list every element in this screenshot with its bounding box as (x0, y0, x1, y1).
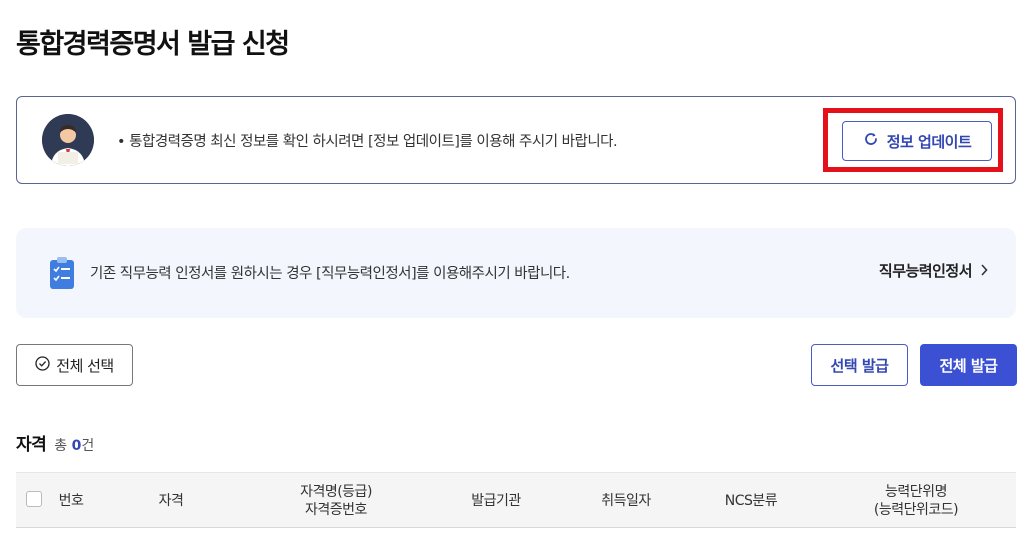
column-header-line: 자격 (158, 493, 184, 509)
column-header-qualification-name: 자격명(등급) 자격증번호 (276, 473, 396, 529)
job-competency-link[interactable]: 직무능력인정서 (879, 260, 988, 281)
update-info-label: 정보 업데이트 (886, 132, 972, 151)
column-header-number: 번호 (46, 473, 96, 529)
column-header-line: 번호 (58, 493, 84, 509)
column-header-competency-unit: 능력단위명 (능력단위코드) (856, 473, 976, 529)
record-count-value: 0 (71, 438, 82, 454)
clipboard-checklist-icon (48, 256, 76, 290)
column-header-line: 발급기관 (471, 493, 521, 509)
select-all-button[interactable]: 전체 선택 (16, 344, 133, 386)
issue-all-button[interactable]: 전체 발급 (920, 344, 1017, 386)
column-header-line: 능력단위명 (885, 484, 947, 500)
notice-panel: 기존 직무능력 인정서를 원하시는 경우 [직무능력인정서]를 이용해주시기 바… (16, 228, 1016, 318)
chevron-right-icon (980, 262, 988, 280)
record-count: 총 0건 (54, 435, 94, 455)
info-message: • 통합경력증명 최신 정보를 확인 하시려면 [정보 업데이트]를 이용해 주… (117, 134, 618, 150)
job-competency-link-label: 직무능력인정서 (878, 262, 973, 280)
check-circle-icon (35, 355, 50, 375)
notice-message: 기존 직무능력 인정서를 원하시는 경우 [직무능력인정서]를 이용해주시기 바… (90, 266, 570, 282)
table-header: 번호 자격 자격명(등급) 자격증번호 발급기관 취득일자 NCS분류 능력단위… (16, 472, 1016, 528)
record-count-suffix: 건 (81, 438, 95, 454)
column-header-line: 자격명(등급) (300, 484, 372, 500)
section-header: 자격 총 0건 (16, 430, 94, 455)
select-all-checkbox[interactable] (26, 491, 42, 507)
column-header-qualification: 자격 (126, 473, 216, 529)
refresh-icon (863, 131, 879, 151)
column-header-ncs: NCS분류 (706, 473, 796, 529)
section-title: 자격 (16, 435, 47, 455)
info-panel: • 통합경력증명 최신 정보를 확인 하시려면 [정보 업데이트]를 이용해 주… (16, 96, 1016, 184)
column-header-acquisition-date: 취득일자 (576, 473, 676, 529)
select-all-label: 전체 선택 (56, 356, 114, 375)
update-info-button[interactable]: 정보 업데이트 (842, 121, 992, 161)
issue-selected-button[interactable]: 선택 발급 (811, 344, 908, 386)
column-header-line: 취득일자 (601, 493, 651, 509)
person-avatar-icon (42, 114, 94, 166)
column-header-line: (능력단위코드) (873, 502, 959, 518)
column-header-line: NCS분류 (724, 493, 778, 509)
record-count-prefix: 총 (54, 438, 72, 454)
column-header-line: 자격증번호 (305, 502, 367, 518)
page-title: 통합경력증명서 발급 신청 (16, 29, 290, 60)
column-header-issuer: 발급기관 (441, 473, 551, 529)
